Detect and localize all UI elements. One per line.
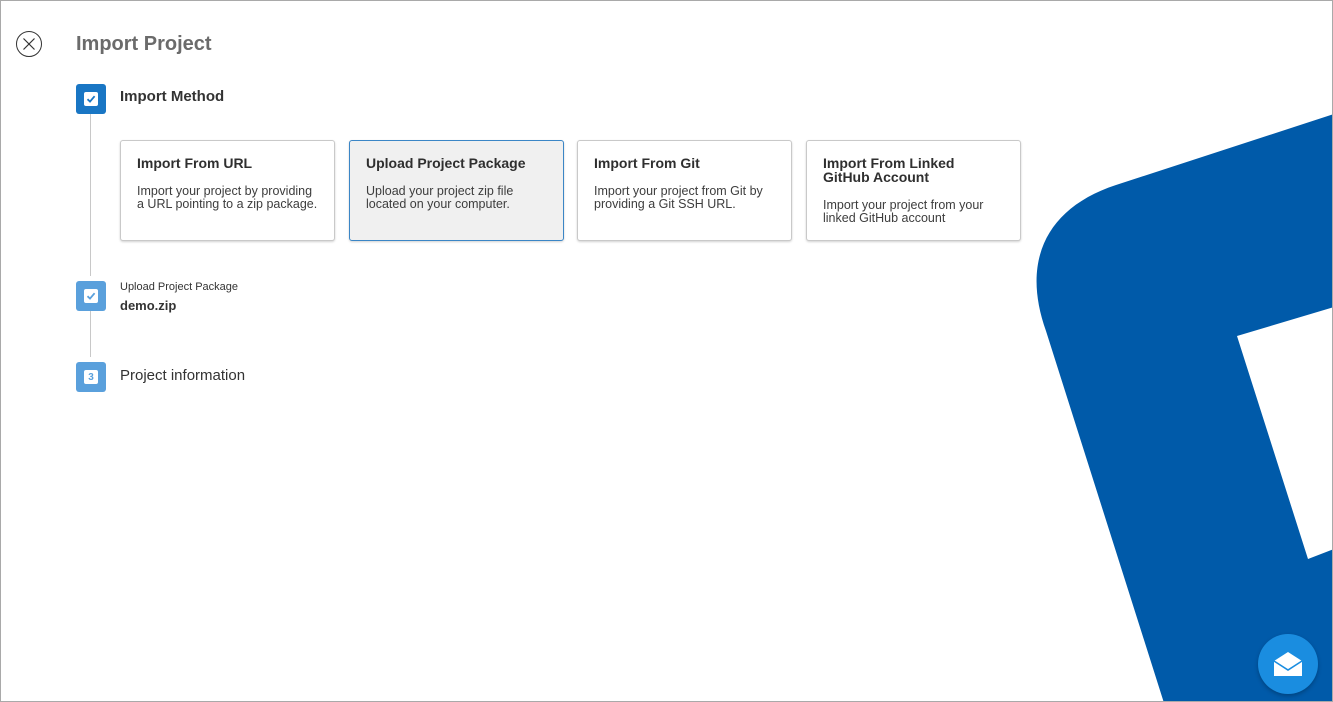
step-connector-line xyxy=(90,114,91,276)
import-from-git-card[interactable]: Import From Git Import your project from… xyxy=(577,140,792,241)
checkbox-checked-icon xyxy=(84,92,98,106)
import-project-dialog: Import Project Import Method Import From… xyxy=(0,0,1333,702)
step-connector-line xyxy=(90,311,91,357)
upload-project-package-card[interactable]: Upload Project Package Upload your proje… xyxy=(349,140,564,241)
card-description: Import your project from Git by providin… xyxy=(594,184,763,211)
card-description: Import your project by providing a URL p… xyxy=(137,184,318,211)
step2-value: demo.zip xyxy=(120,298,177,313)
import-from-linked-github-card[interactable]: Import From Linked GitHub Account Import… xyxy=(806,140,1021,241)
step2-badge[interactable] xyxy=(76,281,106,311)
card-title: Import From Git xyxy=(594,155,700,171)
brand-logo-background xyxy=(1036,114,1332,701)
step3-label: Project information xyxy=(120,367,246,384)
card-title: Upload Project Package xyxy=(366,155,526,171)
card-title: Import From Linked GitHub Account xyxy=(823,155,955,185)
step3-number: 3 xyxy=(84,370,98,384)
page-title: Import Project xyxy=(76,33,212,55)
card-description: Import your project from your linked Git… xyxy=(823,198,984,225)
card-description: Upload your project zip file located on … xyxy=(366,184,514,211)
card-title: Import From URL xyxy=(137,155,253,171)
close-icon[interactable] xyxy=(16,31,42,57)
step1-badge xyxy=(76,84,106,114)
step3-badge: 3 xyxy=(76,362,106,392)
step1-label: Import Method xyxy=(120,88,225,105)
step2-label: Upload Project Package xyxy=(120,281,239,293)
messages-fab-button[interactable] xyxy=(1258,634,1318,694)
checkbox-checked-icon xyxy=(84,289,98,303)
envelope-open-icon xyxy=(1273,652,1303,676)
import-from-url-card[interactable]: Import From URL Import your project by p… xyxy=(120,140,335,241)
